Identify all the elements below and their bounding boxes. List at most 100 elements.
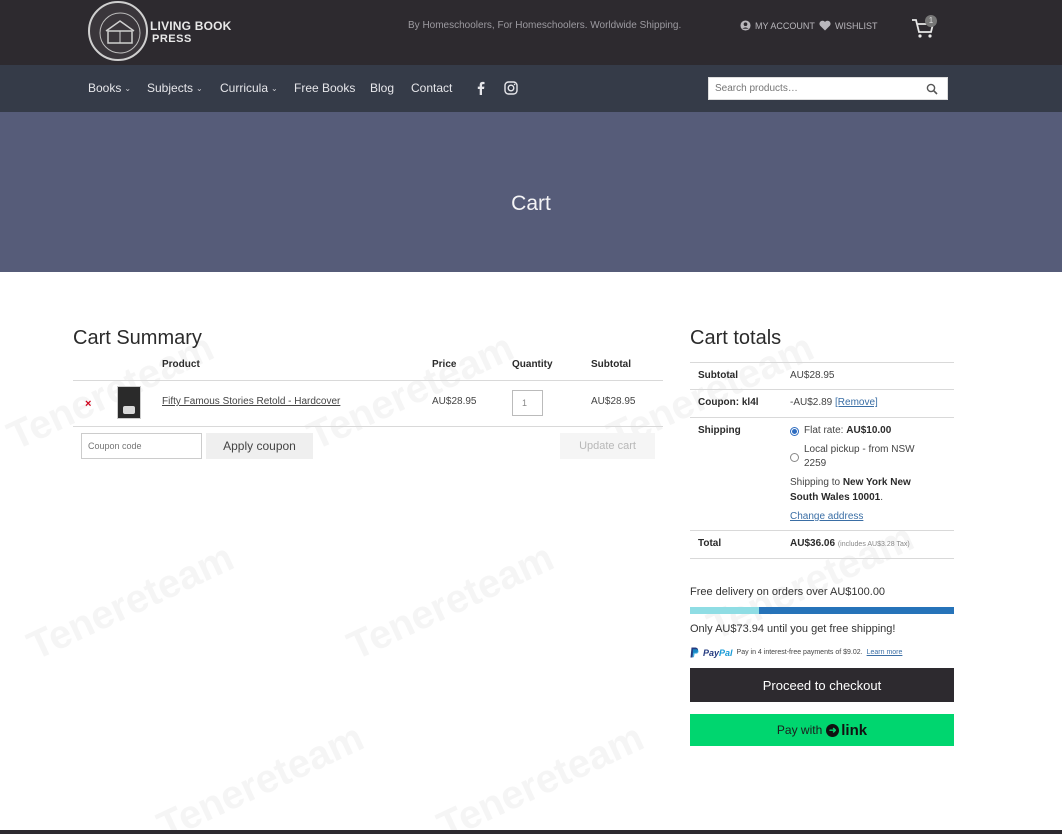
remove-item-button[interactable]: × [85, 398, 91, 410]
coupon-code-input[interactable] [81, 433, 202, 459]
user-circle-icon [740, 20, 751, 31]
paypal-brand-a: Pay [703, 647, 720, 658]
totals-divider [690, 417, 954, 418]
search-icon[interactable] [926, 83, 938, 95]
link-brand: link [841, 721, 868, 739]
watermark-text: Tenereteam [300, 325, 521, 459]
free-shipping-progress-fill [690, 607, 759, 614]
watermark-text: Tenereteam [20, 535, 241, 669]
nav-label: Contact [411, 81, 453, 95]
watermark-text: Tenereteam [430, 715, 651, 834]
shipping-to-place: New York New [842, 477, 911, 488]
my-account-label: MY ACCOUNT [755, 20, 815, 31]
remove-coupon-link[interactable]: [Remove] [835, 397, 878, 408]
shipping-option-text: Flat rate: [804, 425, 844, 436]
page-title: Cart [511, 192, 551, 215]
cart-totals-title: Cart totals [690, 327, 782, 349]
watermark-text: Tenereteam [340, 535, 561, 669]
apply-coupon-button[interactable]: Apply coupon [206, 433, 313, 459]
nav-label: Blog [370, 81, 395, 95]
nav-item-blog[interactable]: Blog [370, 81, 394, 95]
chevron-down-icon: ⌄ [196, 83, 203, 93]
logo-emblem [88, 1, 148, 61]
paypal-learn-more-link[interactable]: Learn more [867, 649, 903, 656]
facebook-icon[interactable] [472, 79, 490, 97]
total-label: Total [698, 538, 722, 549]
heart-icon [819, 20, 831, 31]
change-address-link[interactable]: Change address [790, 511, 863, 522]
nav-label: Subjects [147, 81, 194, 95]
free-shipping-remaining: Only AU$73.94 until you get free shippin… [690, 623, 896, 635]
subtotal-label: Subtotal [698, 370, 738, 381]
total-value-row: AU$36.06 (includes AU$3.28 Tax) [790, 538, 910, 549]
col-header-price: Price [432, 359, 457, 370]
update-cart-button[interactable]: Update cart [560, 433, 655, 459]
proceed-to-checkout-button[interactable]: Proceed to checkout [690, 668, 954, 702]
totals-divider [690, 389, 954, 390]
product-link[interactable]: Fifty Famous Stories Retold - Hardcover [162, 396, 340, 407]
product-subtotal: AU$28.95 [591, 396, 636, 407]
totals-divider [690, 530, 954, 531]
paypal-pay-later-message: PayPal Pay in 4 interest-free payments o… [690, 647, 902, 658]
total-value: AU$36.06 [790, 538, 836, 549]
my-account-link[interactable]: MY ACCOUNT [740, 20, 815, 31]
shipping-to-suffix: . [880, 492, 884, 503]
pay-with-link-button[interactable]: Pay with ➜ link [690, 714, 954, 746]
top-header: LIVING BOOK PRESS By Homeschoolers, For … [0, 0, 1062, 65]
nav-item-curricula[interactable]: Curricula ⌄ [220, 81, 278, 95]
pay-with-label: Pay with [776, 723, 823, 737]
col-header-product: Product [162, 359, 200, 370]
footer-edge [0, 830, 1062, 834]
totals-divider [690, 362, 954, 363]
wishlist-link[interactable]: WISHLIST [819, 20, 878, 31]
nav-item-contact[interactable]: Contact [411, 81, 452, 95]
link-logo: ➜ link [826, 722, 867, 739]
logo-text-line1: LIVING BOOK [150, 19, 232, 33]
free-delivery-headline: Free delivery on orders over AU$100.00 [690, 586, 886, 598]
page-hero: Cart [0, 112, 1062, 272]
table-divider [73, 426, 663, 427]
paypal-logo: PayPal [703, 648, 733, 658]
nav-item-free-books[interactable]: Free Books [294, 81, 355, 95]
col-header-quantity: Quantity [512, 359, 553, 370]
shipping-to-place-2: South Wales 10001 [790, 492, 881, 503]
site-logo[interactable]: LIVING BOOK PRESS [88, 1, 238, 63]
nav-item-books[interactable]: Books ⌄ [88, 81, 131, 95]
shipping-radio-flat-rate[interactable] [790, 427, 799, 436]
tagline: By Homeschoolers, For Homeschoolers. Wor… [408, 20, 682, 31]
shipping-option-flat-rate[interactable]: Flat rate: AU$10.00 [804, 425, 891, 436]
chevron-down-icon: ⌄ [271, 83, 278, 93]
product-thumbnail[interactable] [117, 386, 141, 419]
shipping-to-prefix: Shipping to [790, 477, 841, 488]
shipping-label: Shipping [698, 425, 741, 436]
shipping-radio-local-pickup[interactable] [790, 453, 799, 462]
nav-label: Books [88, 81, 122, 95]
free-shipping-progress-bar [690, 607, 954, 614]
shipping-option-local-pickup-postcode: 2259 [804, 458, 827, 469]
logo-text-line2: PRESS [152, 33, 192, 45]
coupon-discount: -AU$2.89 [790, 397, 833, 408]
wishlist-label: WISHLIST [835, 20, 878, 31]
shipping-option-local-pickup[interactable]: Local pickup - from NSW [804, 444, 915, 455]
table-divider [73, 380, 663, 381]
paypal-p-icon [690, 647, 699, 658]
search-input[interactable] [709, 78, 919, 99]
cart-count-badge: 1 [925, 15, 937, 27]
paypal-brand-b: Pal [719, 647, 733, 658]
cart-summary-title: Cart Summary [73, 327, 202, 349]
instagram-icon[interactable] [502, 79, 520, 97]
watermark-text: Tenereteam [150, 715, 371, 834]
shipping-destination-line1: Shipping to New York New [790, 477, 911, 488]
chevron-down-icon: ⌄ [124, 83, 132, 93]
nav-item-subjects[interactable]: Subjects ⌄ [147, 81, 203, 95]
nav-label: Curricula [220, 81, 269, 95]
coupon-label: Coupon: kl4l [698, 397, 759, 408]
product-price: AU$28.95 [432, 396, 477, 407]
col-header-subtotal: Subtotal [591, 359, 631, 370]
shipping-option-amount: AU$10.00 [846, 425, 892, 436]
quantity-input[interactable] [512, 390, 543, 416]
total-tax-note: (includes AU$3.28 Tax) [837, 541, 910, 548]
search-bar [708, 77, 948, 100]
nav-label: Free Books [294, 81, 356, 95]
subtotal-value: AU$28.95 [790, 370, 835, 381]
